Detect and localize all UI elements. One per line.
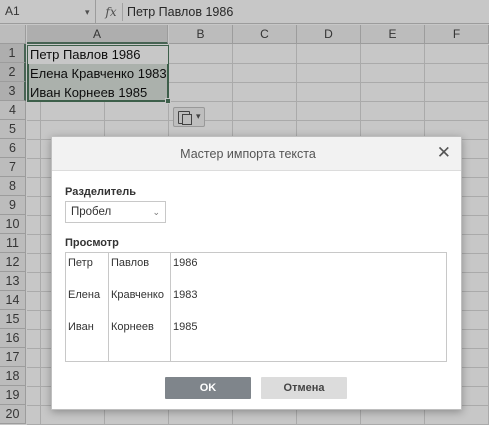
- ok-button[interactable]: OK: [165, 377, 251, 399]
- text-import-wizard-dialog: Мастер импорта текста ✕ Разделитель Проб…: [51, 136, 462, 410]
- cancel-button[interactable]: Отмена: [261, 377, 347, 399]
- delimiter-label: Разделитель: [65, 186, 137, 198]
- preview-cell: Петр: [68, 257, 93, 269]
- preview-column-divider: [108, 253, 109, 361]
- chevron-down-icon: ⌄: [152, 207, 160, 217]
- delimiter-value: Пробел: [71, 206, 112, 218]
- preview-cell: Корнеев: [111, 321, 154, 333]
- preview-cell: Кравченко: [111, 289, 164, 301]
- preview-cell: Елена: [68, 289, 101, 301]
- preview-cell: Павлов: [111, 257, 150, 269]
- dialog-header: Мастер импорта текста ✕: [52, 137, 461, 171]
- delimiter-select[interactable]: Пробел ⌄: [65, 201, 166, 223]
- preview-cell: 1985: [173, 321, 198, 333]
- close-icon[interactable]: ✕: [437, 143, 451, 163]
- preview-table: Петр Павлов 1986 Елена Кравченко 1983 Ив…: [65, 252, 447, 362]
- preview-label: Просмотр: [65, 237, 119, 249]
- preview-cell: Иван: [68, 321, 94, 333]
- dialog-title: Мастер импорта текста: [180, 147, 316, 161]
- preview-cell: 1983: [173, 289, 198, 301]
- preview-cell: 1986: [173, 257, 198, 269]
- preview-column-divider: [170, 253, 171, 361]
